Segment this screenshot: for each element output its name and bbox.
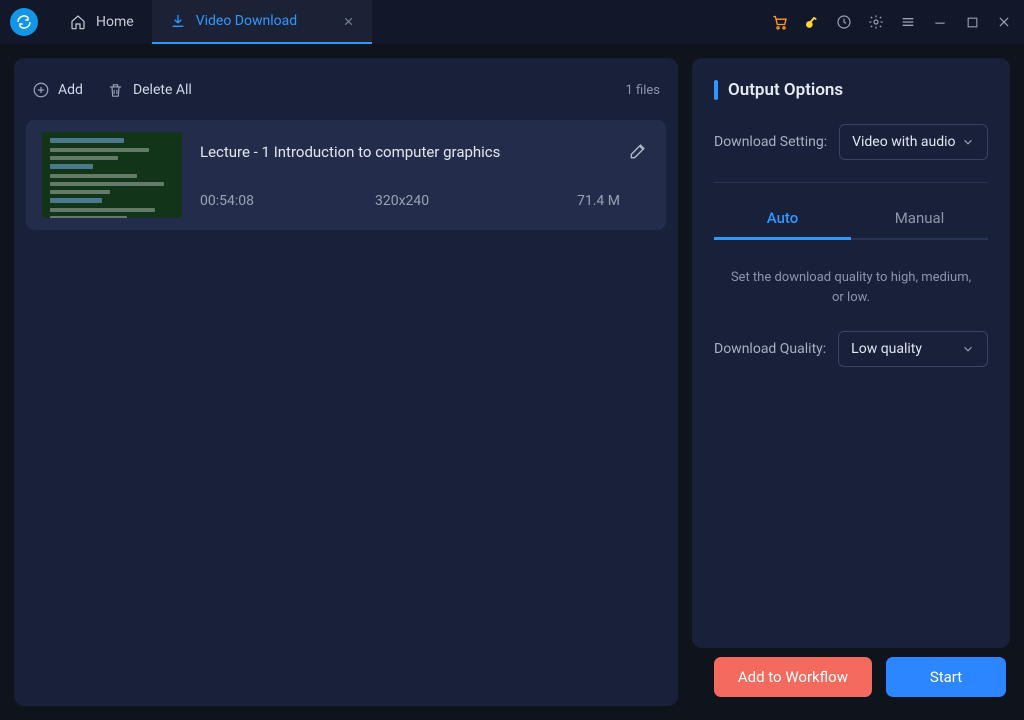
trash-icon	[107, 81, 125, 99]
quality-mode-tabs: Auto Manual	[714, 199, 988, 240]
download-item[interactable]: Lecture - 1 Introduction to computer gra…	[26, 120, 666, 230]
plus-circle-icon	[32, 81, 50, 99]
history-icon[interactable]	[836, 14, 852, 30]
chevron-down-icon	[961, 342, 975, 356]
delete-all-button[interactable]: Delete All	[107, 81, 192, 99]
video-thumbnail	[42, 132, 182, 218]
tab-home-label: Home	[96, 14, 134, 30]
close-window-icon[interactable]	[996, 14, 1012, 30]
item-duration: 00:54:08	[200, 193, 375, 209]
item-size: 71.4 M	[555, 193, 650, 209]
download-icon	[170, 13, 186, 29]
output-options-panel: Output Options Download Setting: Video w…	[692, 58, 1010, 648]
download-setting-select[interactable]: Video with audio	[839, 124, 988, 160]
minimize-icon[interactable]	[932, 14, 948, 30]
tab-video-download[interactable]: Video Download	[152, 0, 372, 44]
edit-title-button[interactable]	[628, 141, 650, 163]
window-controls	[772, 14, 1012, 30]
item-resolution: 320x240	[375, 193, 555, 209]
tab-auto[interactable]: Auto	[714, 199, 851, 240]
download-quality-select[interactable]: Low quality	[838, 331, 988, 367]
download-setting-label: Download Setting:	[714, 134, 827, 150]
add-to-workflow-button[interactable]: Add to Workflow	[714, 657, 872, 697]
menu-icon[interactable]	[900, 14, 916, 30]
add-button-label: Add	[58, 82, 83, 98]
download-quality-value: Low quality	[851, 341, 922, 357]
tab-home[interactable]: Home	[52, 0, 152, 44]
tab-manual[interactable]: Manual	[851, 199, 988, 240]
item-title: Lecture - 1 Introduction to computer gra…	[200, 143, 628, 161]
home-icon	[70, 14, 86, 30]
panel-title: Output Options	[728, 80, 843, 100]
maximize-icon[interactable]	[964, 14, 980, 30]
download-quality-label: Download Quality:	[714, 341, 826, 357]
add-button[interactable]: Add	[32, 81, 83, 99]
key-icon[interactable]	[804, 14, 820, 30]
download-list-panel: Add Delete All 1 files	[14, 58, 678, 706]
list-toolbar: Add Delete All 1 files	[26, 70, 666, 110]
close-tab-icon[interactable]	[343, 16, 354, 27]
cart-icon[interactable]	[772, 14, 788, 30]
footer-actions: Add to Workflow Start	[692, 648, 1010, 706]
tab-video-download-label: Video Download	[196, 13, 297, 29]
start-button[interactable]: Start	[886, 657, 1006, 697]
file-count: 1 files	[626, 83, 661, 98]
chevron-down-icon	[961, 135, 975, 149]
settings-icon[interactable]	[868, 14, 884, 30]
quality-hint: Set the download quality to high, medium…	[724, 268, 978, 307]
divider	[714, 182, 988, 183]
app-logo	[10, 8, 38, 36]
delete-all-label: Delete All	[133, 82, 192, 98]
titlebar: Home Video Download	[0, 0, 1024, 44]
download-setting-value: Video with audio	[852, 134, 955, 150]
accent-bar	[714, 80, 718, 100]
